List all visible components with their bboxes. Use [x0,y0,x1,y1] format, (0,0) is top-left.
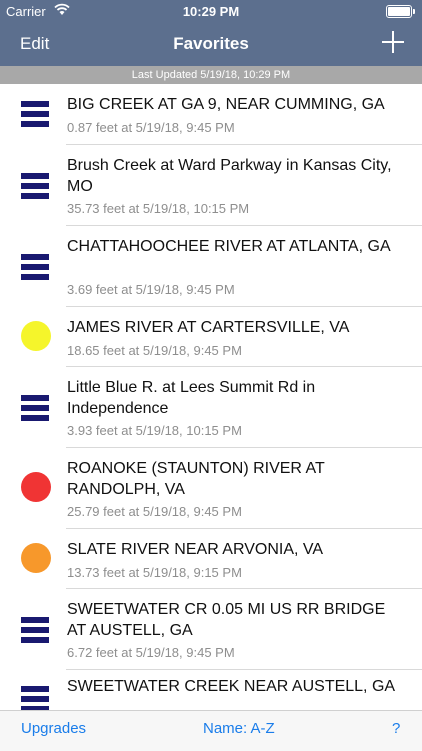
station-name: JAMES RIVER AT CARTERSVILLE, VA [67,319,350,336]
station-reading: 3.69 feet at 5/19/18, 9:45 PM [67,282,235,297]
station-reading: 3.93 feet at 5/19/18, 10:15 PM [67,423,242,438]
flat-trend-icon [21,395,51,425]
help-button[interactable]: ? [392,720,400,737]
station-name: BIG CREEK AT GA 9, NEAR CUMMING, GA [67,96,385,113]
flat-trend-icon [21,101,51,131]
battery-icon [386,5,415,18]
favorites-list: BIG CREEK AT GA 9, NEAR CUMMING, GA 0.87… [0,84,422,710]
station-reading: 6.72 feet at 5/19/18, 9:45 PM [67,645,235,660]
station-reading: 0.87 feet at 5/19/18, 9:45 PM [67,120,235,135]
navigation-bar: Edit Favorites [0,22,422,66]
station-name: CHATTAHOOCHEE RIVER AT ATLANTA, GA [67,238,391,255]
flat-trend-icon [21,686,51,710]
station-reading: 35.73 feet at 5/19/18, 10:15 PM [67,201,250,216]
list-item[interactable]: Brush Creek at Ward Parkway in Kansas Ci… [0,145,422,226]
sort-button[interactable]: Name: A-Z [203,720,275,737]
red-circle-icon [21,472,51,502]
station-reading: 25.79 feet at 5/19/18, 9:45 PM [67,504,242,519]
upgrades-button[interactable]: Upgrades [21,720,86,737]
station-name: SWEETWATER CREEK NEAR AUSTELL, GA [67,678,396,695]
yellow-circle-icon [21,321,51,351]
list-item[interactable]: SWEETWATER CR 0.05 MI US RR BRIDGE AT AU… [0,589,422,670]
flat-trend-icon [21,173,51,203]
station-name: Little Blue R. at Lees Summit Rd in Inde… [67,379,316,417]
last-updated-banner: Last Updated 5/19/18, 10:29 PM [0,66,422,84]
station-name: Brush Creek at Ward Parkway in Kansas Ci… [67,157,392,195]
flat-trend-icon [21,254,51,284]
station-name: ROANOKE (STAUNTON) RIVER AT RANDOLPH, VA [67,460,325,498]
flat-trend-icon [21,617,51,647]
station-reading: 13.73 feet at 5/19/18, 9:15 PM [67,565,242,580]
station-name: SLATE RIVER NEAR ARVONIA, VA [67,541,324,558]
list-item[interactable]: SWEETWATER CREEK NEAR AUSTELL, GA [0,670,422,710]
station-name: SWEETWATER CR 0.05 MI US RR BRIDGE AT AU… [67,601,386,639]
orange-circle-icon [21,543,51,573]
plus-icon[interactable] [382,31,404,53]
list-item[interactable]: Little Blue R. at Lees Summit Rd in Inde… [0,367,422,448]
list-item[interactable]: SLATE RIVER NEAR ARVONIA, VA 13.73 feet … [0,529,422,589]
station-reading: 18.65 feet at 5/19/18, 9:45 PM [67,343,242,358]
status-time: 10:29 PM [182,4,240,19]
list-item[interactable]: ROANOKE (STAUNTON) RIVER AT RANDOLPH, VA… [0,448,422,529]
list-item[interactable]: BIG CREEK AT GA 9, NEAR CUMMING, GA 0.87… [0,84,422,145]
list-item[interactable]: CHATTAHOOCHEE RIVER AT ATLANTA, GA 3.69 … [0,226,422,307]
bottom-toolbar: Upgrades Name: A-Z ? [0,710,422,751]
list-item[interactable]: JAMES RIVER AT CARTERSVILLE, VA 18.65 fe… [0,307,422,367]
status-bar: Carrier 10:29 PM [0,0,422,22]
page-title: Favorites [173,34,249,53]
